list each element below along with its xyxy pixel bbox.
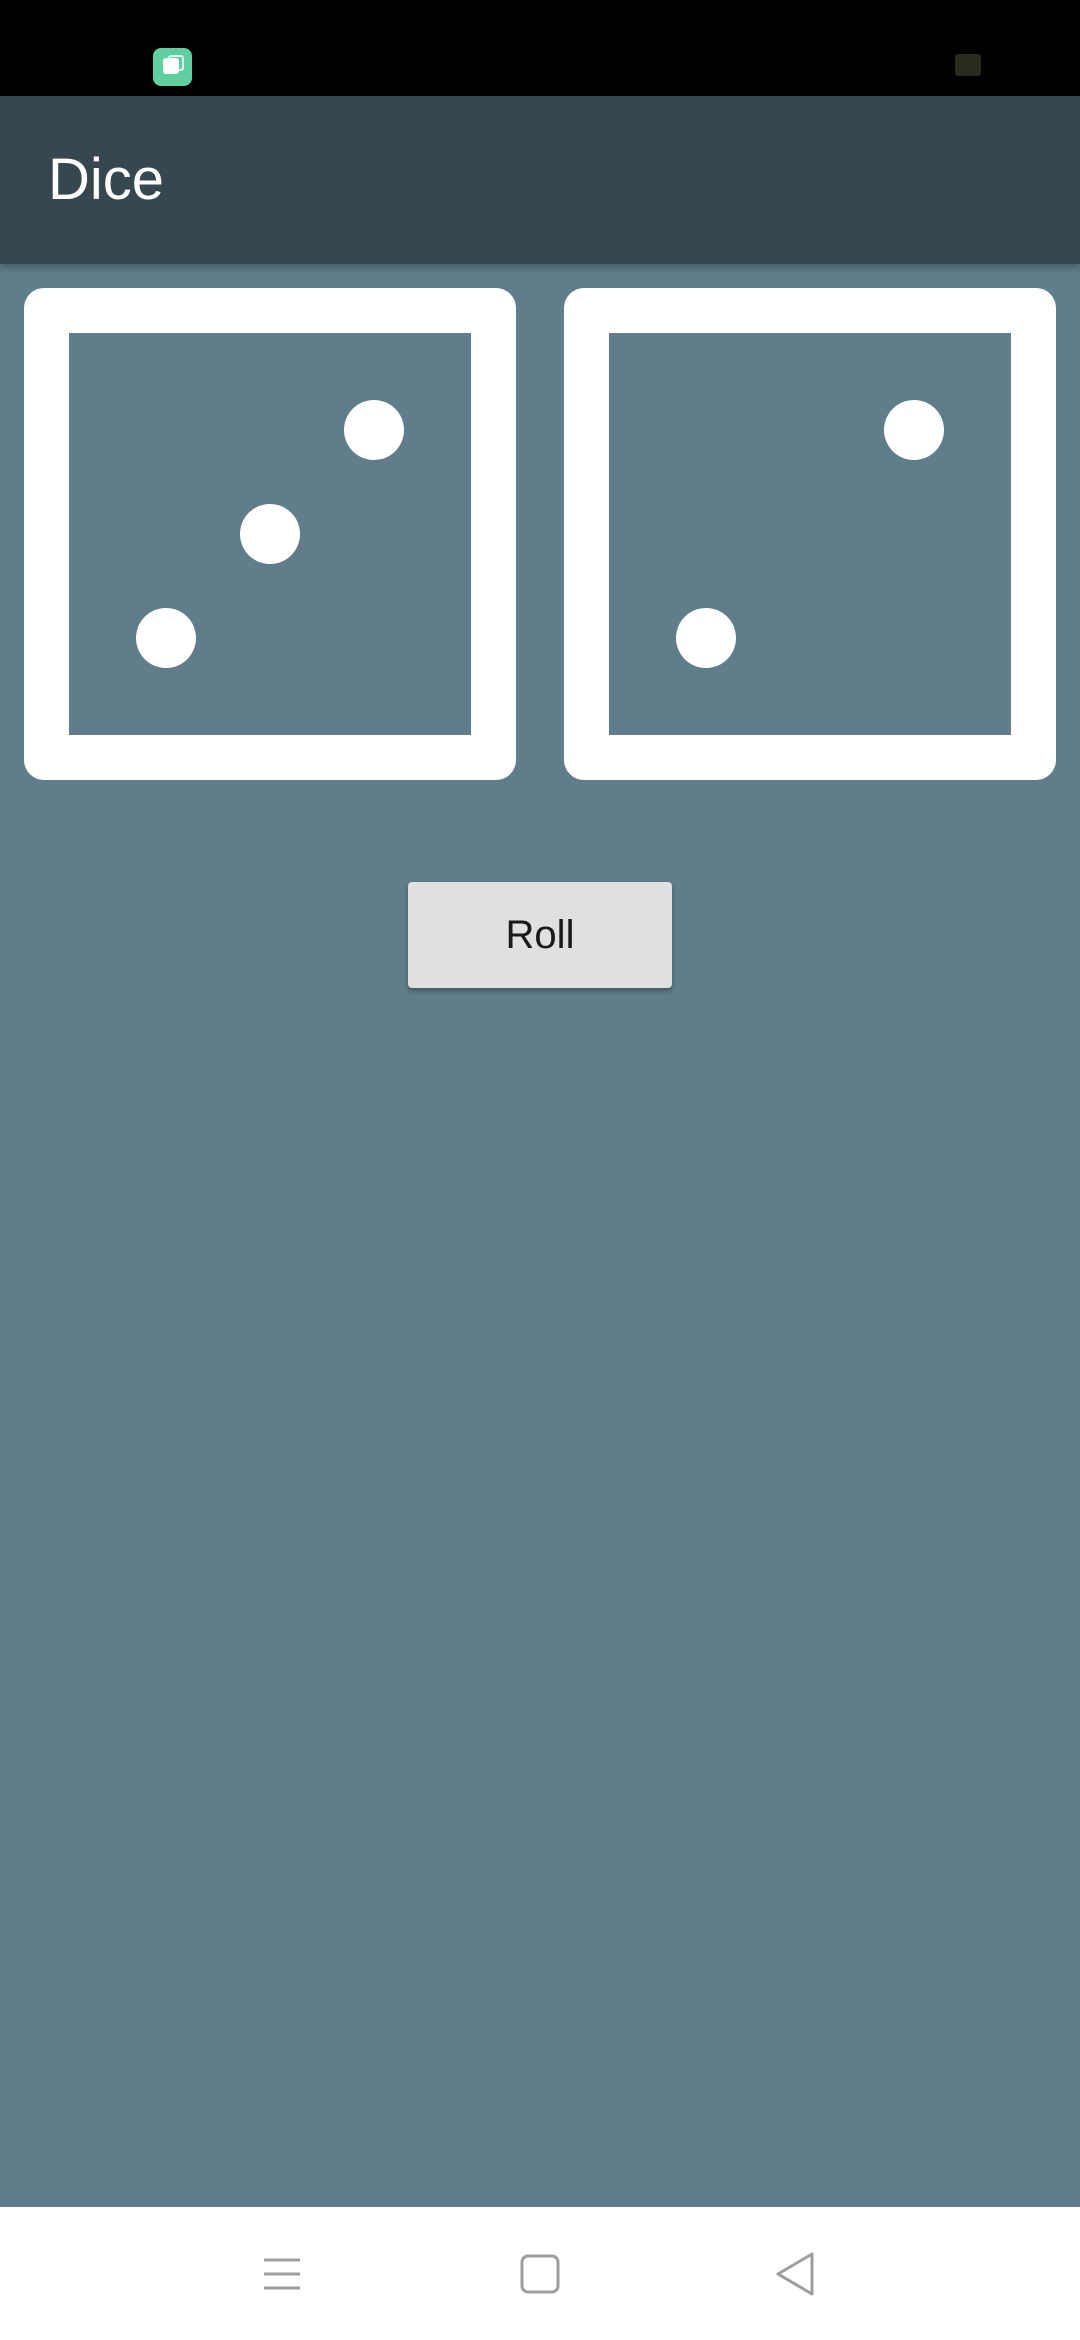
app-title: Dice [48, 147, 165, 212]
menu-icon [264, 2258, 300, 2289]
roll-button[interactable]: Roll [408, 882, 672, 988]
die-pip [240, 504, 300, 564]
back-icon [776, 2252, 814, 2295]
die-left [24, 288, 516, 780]
status-bar [0, 0, 1080, 96]
navigation-bar [0, 2207, 1080, 2340]
die-pip [676, 608, 736, 668]
battery-icon [955, 54, 981, 76]
app-notification-icon [153, 48, 192, 86]
die-pip [884, 400, 944, 460]
die-pip [344, 400, 404, 460]
back-button[interactable] [725, 2207, 865, 2340]
die-face [69, 333, 471, 735]
die-pip [136, 608, 196, 668]
recent-apps-button[interactable] [212, 2207, 352, 2340]
die-right [564, 288, 1056, 780]
die-face [609, 333, 1011, 735]
home-icon [520, 2254, 560, 2293]
home-button[interactable] [470, 2207, 610, 2340]
app-bar: Dice [0, 96, 1080, 264]
